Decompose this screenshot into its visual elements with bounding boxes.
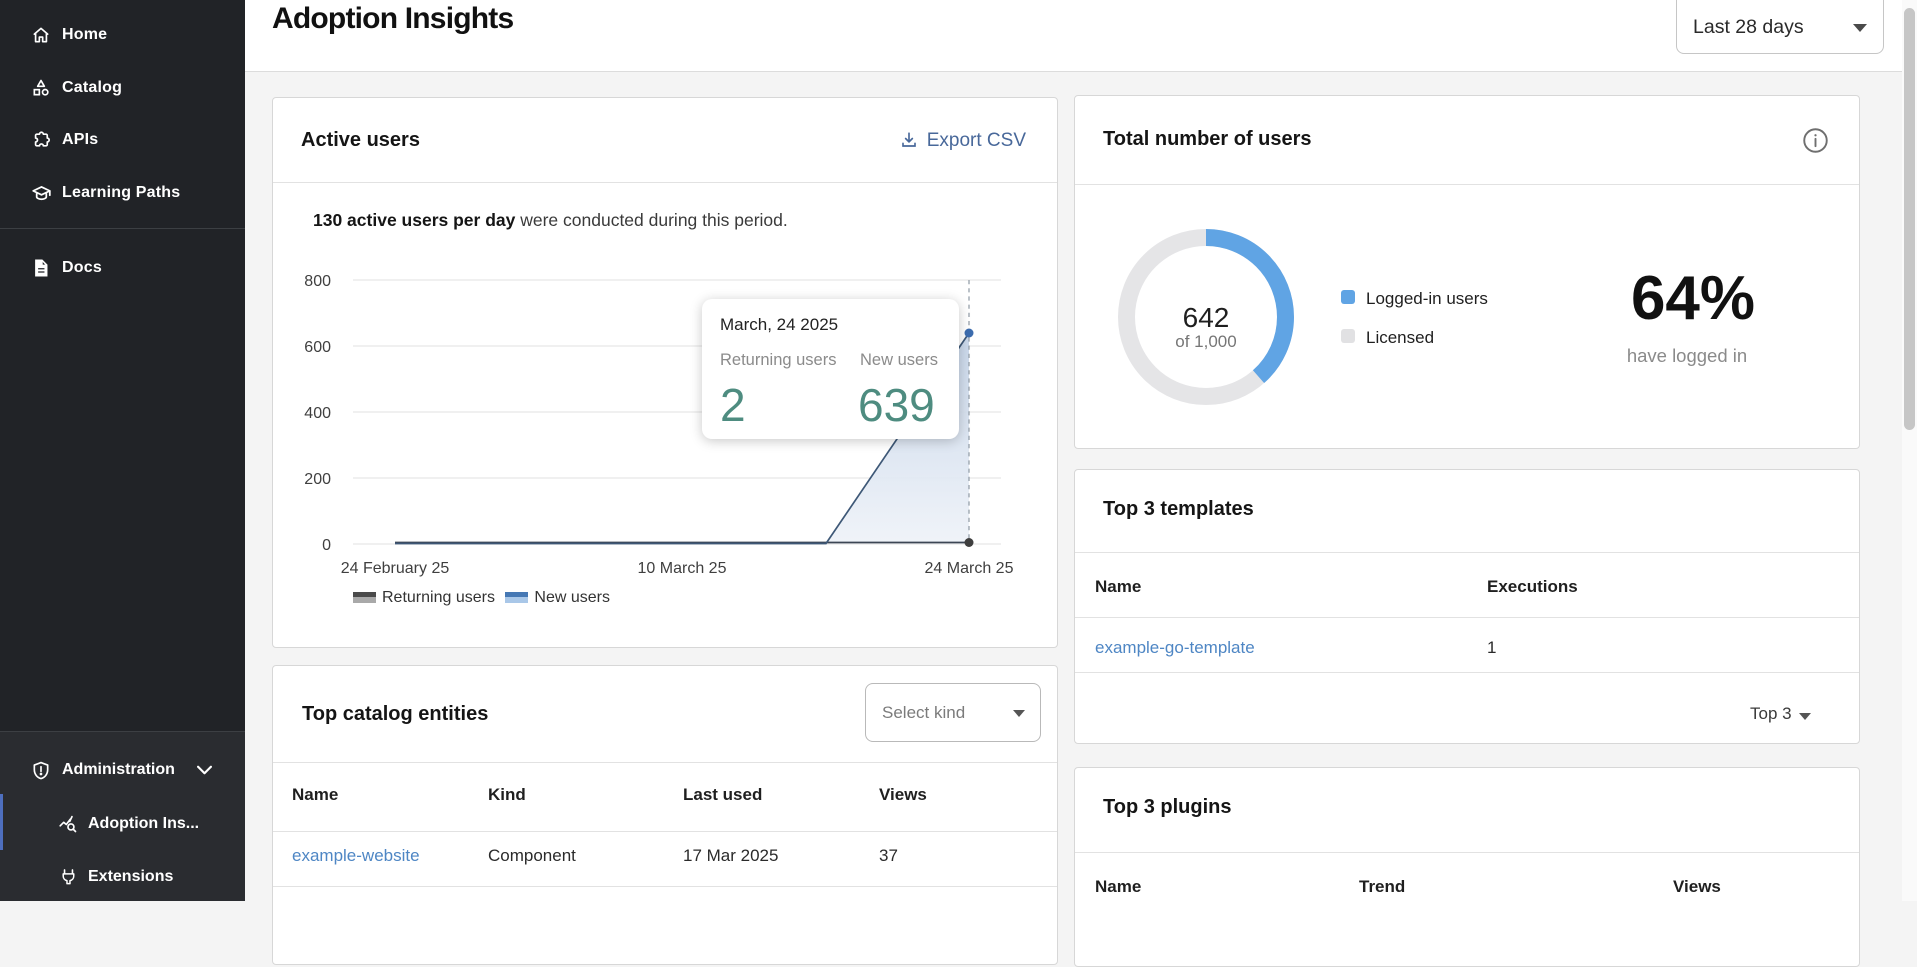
svg-text:200: 200 — [304, 471, 331, 488]
svg-text:24 February 25: 24 February 25 — [341, 560, 450, 577]
svg-text:800: 800 — [304, 273, 331, 290]
svg-text:10 March 25: 10 March 25 — [638, 560, 727, 577]
svg-text:600: 600 — [304, 339, 331, 356]
svg-text:24 March 25: 24 March 25 — [925, 560, 1014, 577]
svg-text:400: 400 — [304, 405, 331, 422]
svg-text:0: 0 — [322, 537, 331, 554]
